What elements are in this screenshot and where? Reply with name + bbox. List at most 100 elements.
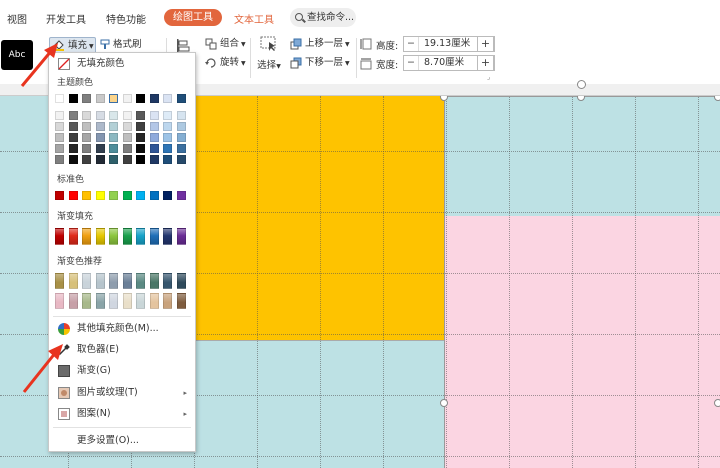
theme-color-swatch[interactable]	[149, 94, 159, 103]
search-command-box[interactable]: 查找命令...	[290, 8, 356, 27]
theme-color-swatch[interactable]	[163, 94, 172, 103]
gradient-recommend-swatch[interactable]	[109, 293, 118, 309]
gradient-recommend-swatch[interactable]	[95, 273, 105, 289]
theme-shade-swatch[interactable]	[68, 155, 78, 164]
theme-shade-swatch[interactable]	[163, 155, 172, 164]
theme-shade-swatch[interactable]	[122, 155, 132, 164]
theme-shade-swatch[interactable]	[149, 133, 159, 142]
theme-shade-swatch[interactable]	[122, 133, 132, 142]
menu-item-more-colors[interactable]: 其他填充颜色(M)...	[55, 320, 191, 338]
gradient-recommend-swatch[interactable]	[122, 293, 132, 309]
theme-color-swatch[interactable]	[95, 94, 105, 103]
theme-shade-swatch[interactable]	[163, 111, 172, 120]
standard-color-swatch[interactable]	[122, 191, 132, 200]
gradient-recommend-swatch[interactable]	[109, 273, 118, 289]
gradient-fill-swatch[interactable]	[55, 228, 64, 245]
format-painter-button[interactable]: 格式刷	[100, 38, 142, 52]
theme-shade-swatch[interactable]	[122, 144, 132, 153]
resize-handle[interactable]	[440, 399, 448, 407]
group-button[interactable]: 组合 ▼	[205, 37, 246, 52]
theme-shade-swatch[interactable]	[176, 111, 186, 120]
theme-shade-swatch[interactable]	[55, 133, 64, 142]
theme-shade-swatch[interactable]	[95, 122, 105, 131]
theme-shade-swatch[interactable]	[55, 111, 64, 120]
gradient-fill-swatch[interactable]	[95, 228, 105, 245]
theme-color-swatch[interactable]	[122, 94, 132, 103]
gradient-fill-swatch[interactable]	[82, 228, 91, 245]
theme-shade-swatch[interactable]	[136, 111, 145, 120]
theme-shade-swatch[interactable]	[136, 133, 145, 142]
theme-shade-swatch[interactable]	[122, 122, 132, 131]
theme-color-swatch[interactable]	[68, 94, 78, 103]
height-decrease-button[interactable]: −	[404, 37, 419, 51]
gradient-recommend-swatch[interactable]	[163, 293, 172, 309]
standard-color-swatch[interactable]	[82, 191, 91, 200]
tab-special-features[interactable]: 特色功能	[106, 11, 146, 26]
theme-shade-swatch[interactable]	[136, 122, 145, 131]
gradient-recommend-swatch[interactable]	[68, 293, 78, 309]
standard-color-swatch[interactable]	[176, 191, 186, 200]
tab-developer-tools[interactable]: 开发工具	[46, 11, 86, 26]
rotate-handle-icon[interactable]	[577, 80, 586, 89]
standard-color-swatch[interactable]	[109, 191, 118, 200]
theme-shade-swatch[interactable]	[163, 133, 172, 142]
theme-shade-swatch[interactable]	[176, 155, 186, 164]
theme-shade-swatch[interactable]	[82, 111, 91, 120]
menu-item-no-fill[interactable]: 无填充颜色	[55, 55, 191, 73]
theme-shade-swatch[interactable]	[109, 133, 118, 142]
menu-item-eyedropper[interactable]: 取色器(E)	[55, 341, 191, 359]
gradient-recommend-swatch[interactable]	[82, 293, 91, 309]
rotate-button[interactable]: 旋转 ▼	[205, 56, 246, 71]
gradient-recommend-swatch[interactable]	[136, 273, 145, 289]
resize-handle[interactable]	[714, 399, 720, 407]
theme-shade-swatch[interactable]	[149, 144, 159, 153]
standard-color-swatch[interactable]	[68, 191, 78, 200]
standard-color-swatch[interactable]	[55, 191, 64, 200]
send-backward-button[interactable]: 下移一层 ▼	[290, 56, 350, 71]
theme-color-swatch[interactable]	[109, 94, 118, 103]
resize-handle[interactable]	[577, 96, 585, 101]
theme-shade-swatch[interactable]	[149, 122, 159, 131]
select-button[interactable]: 选择▼	[256, 36, 282, 74]
theme-shade-swatch[interactable]	[95, 155, 105, 164]
theme-color-swatch[interactable]	[55, 94, 64, 103]
theme-shade-swatch[interactable]	[55, 122, 64, 131]
gradient-fill-swatch[interactable]	[176, 228, 186, 245]
theme-shade-swatch[interactable]	[149, 111, 159, 120]
theme-shade-swatch[interactable]	[82, 155, 91, 164]
gradient-fill-swatch[interactable]	[163, 228, 172, 245]
gradient-fill-swatch[interactable]	[109, 228, 118, 245]
gradient-recommend-swatch[interactable]	[122, 273, 132, 289]
theme-shade-swatch[interactable]	[82, 122, 91, 131]
theme-shade-swatch[interactable]	[68, 111, 78, 120]
theme-shade-swatch[interactable]	[68, 144, 78, 153]
gradient-recommend-swatch[interactable]	[95, 293, 105, 309]
height-increase-button[interactable]: +	[477, 36, 494, 52]
theme-shade-swatch[interactable]	[122, 111, 132, 120]
theme-shade-swatch[interactable]	[163, 122, 172, 131]
gradient-recommend-swatch[interactable]	[136, 293, 145, 309]
theme-shade-swatch[interactable]	[82, 144, 91, 153]
menu-item-more-settings[interactable]: 更多设置(O)...	[55, 432, 191, 450]
gradient-fill-swatch[interactable]	[68, 228, 78, 245]
theme-shade-swatch[interactable]	[68, 133, 78, 142]
theme-shade-swatch[interactable]	[109, 155, 118, 164]
theme-shade-swatch[interactable]	[109, 122, 118, 131]
standard-color-swatch[interactable]	[95, 191, 105, 200]
resize-handle[interactable]	[714, 96, 720, 101]
bring-forward-button[interactable]: 上移一层 ▼	[290, 37, 350, 52]
standard-color-swatch[interactable]	[163, 191, 172, 200]
gradient-fill-swatch[interactable]	[136, 228, 145, 245]
dialog-launcher-icon[interactable]: ⌟	[487, 73, 490, 81]
pink-rectangle-shape[interactable]	[444, 216, 720, 468]
gradient-recommend-swatch[interactable]	[55, 293, 64, 309]
theme-shade-swatch[interactable]	[136, 144, 145, 153]
gradient-fill-swatch[interactable]	[149, 228, 159, 245]
gradient-recommend-swatch[interactable]	[163, 273, 172, 289]
theme-shade-swatch[interactable]	[109, 111, 118, 120]
tab-view[interactable]: 视图	[7, 11, 27, 26]
theme-color-swatch[interactable]	[176, 94, 186, 103]
theme-shade-swatch[interactable]	[55, 155, 64, 164]
theme-shade-swatch[interactable]	[68, 122, 78, 131]
gradient-recommend-swatch[interactable]	[55, 273, 64, 289]
